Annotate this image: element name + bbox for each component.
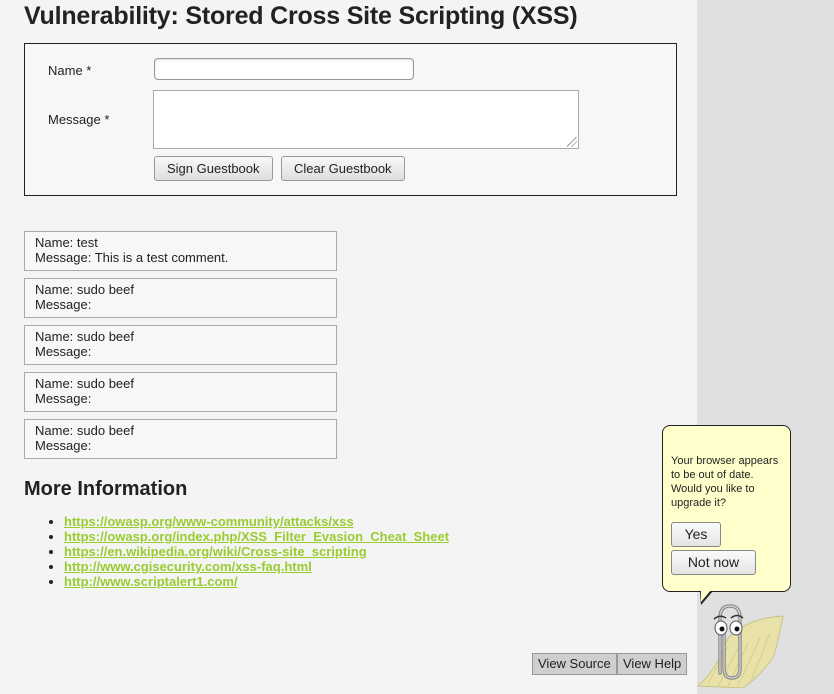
reference-link[interactable]: http://www.cgisecurity.com/xss-faq.html <box>64 559 312 574</box>
resize-grip-icon[interactable] <box>567 137 577 147</box>
list-item: http://www.cgisecurity.com/xss-faq.html <box>64 559 449 574</box>
reference-link[interactable]: https://owasp.org/index.php/XSS_Filter_E… <box>64 529 449 544</box>
entry-name: Name: sudo beef <box>35 282 135 297</box>
message-textarea[interactable] <box>153 90 579 149</box>
list-item: http://www.scriptalert1.com/ <box>64 574 449 589</box>
popup-not-now-button[interactable]: Not now <box>671 550 756 575</box>
entry-message: Message: <box>35 297 92 312</box>
clear-guestbook-button[interactable]: Clear Guestbook <box>281 156 405 181</box>
entry-message: Message: <box>35 438 92 453</box>
popup-yes-button[interactable]: Yes <box>671 522 721 547</box>
sign-guestbook-button[interactable]: Sign Guestbook <box>154 156 273 181</box>
guestbook-entry: Name: test Message: This is a test comme… <box>24 231 337 271</box>
name-input[interactable] <box>154 58 414 80</box>
upgrade-popup: Your browser appears to be out of date. … <box>662 425 791 592</box>
main-content: Vulnerability: Stored Cross Site Scripti… <box>0 0 697 694</box>
entry-name: Name: sudo beef <box>35 329 135 344</box>
reference-link[interactable]: https://owasp.org/www-community/attacks/… <box>64 514 354 529</box>
guestbook-entry: Name: sudo beef Message: <box>24 372 337 412</box>
reference-link[interactable]: https://en.wikipedia.org/wiki/Cross-site… <box>64 544 367 559</box>
list-item: https://owasp.org/www-community/attacks/… <box>64 514 449 529</box>
page-title: Vulnerability: Stored Cross Site Scripti… <box>24 2 578 30</box>
guestbook-form: Name * Message * Sign Guestbook Clear Gu… <box>24 43 677 196</box>
list-item: https://owasp.org/index.php/XSS_Filter_E… <box>64 529 449 544</box>
paperclip-assistant-icon[interactable] <box>688 598 788 688</box>
entry-name: Name: sudo beef <box>35 376 135 391</box>
popup-message: Your browser appears to be out of date. … <box>671 455 779 509</box>
entry-name: Name: test <box>35 235 98 250</box>
guestbook-entry: Name: sudo beef Message: <box>24 419 337 459</box>
message-label: Message * <box>48 112 110 127</box>
list-item: https://en.wikipedia.org/wiki/Cross-site… <box>64 544 449 559</box>
view-help-button[interactable]: View Help <box>617 653 688 675</box>
entry-name: Name: sudo beef <box>35 423 135 438</box>
guestbook-entry: Name: sudo beef Message: <box>24 325 337 365</box>
entry-message: Message: <box>35 344 92 359</box>
name-label: Name * <box>48 63 92 78</box>
guestbook-entry: Name: sudo beef Message: <box>24 278 337 318</box>
reference-links: https://owasp.org/www-community/attacks/… <box>24 514 449 589</box>
entry-message: Message: This is a test comment. <box>35 250 229 265</box>
entry-message: Message: <box>35 391 92 406</box>
reference-link[interactable]: http://www.scriptalert1.com/ <box>64 574 238 589</box>
view-source-button[interactable]: View Source <box>532 653 617 675</box>
more-information-heading: More Information <box>24 478 188 500</box>
